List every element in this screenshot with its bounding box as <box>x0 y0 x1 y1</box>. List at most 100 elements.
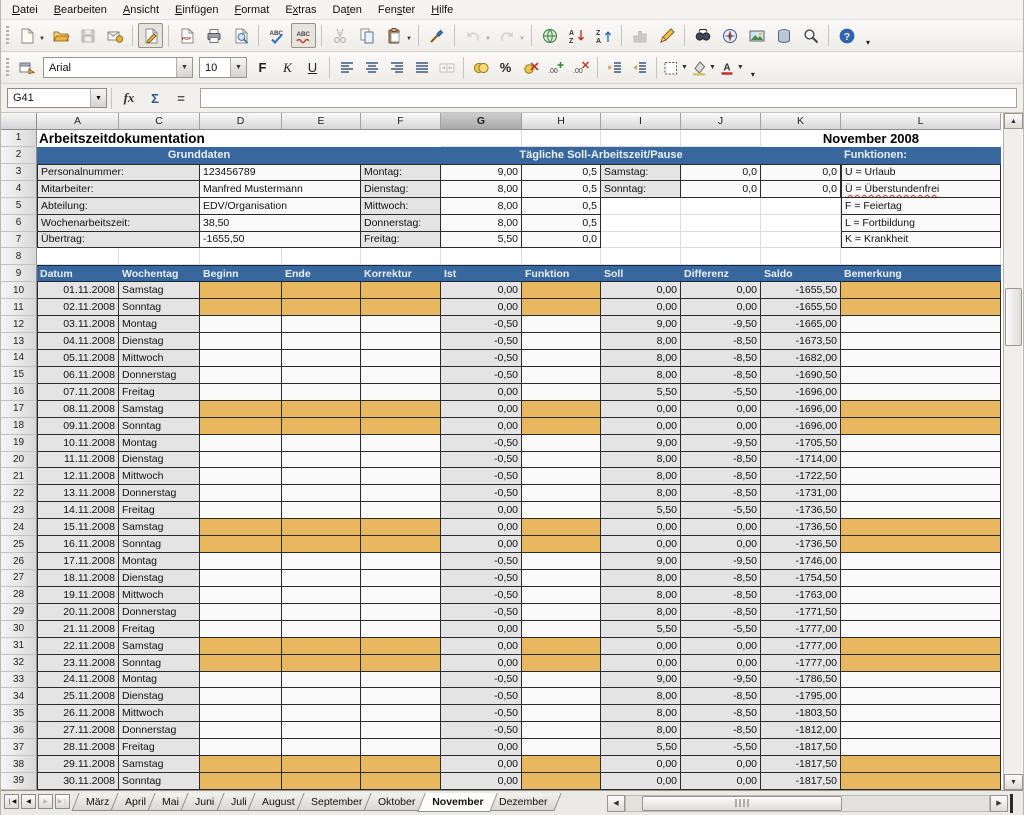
cell-funktion-27[interactable] <box>522 570 601 587</box>
scroll-left-icon[interactable]: ◀ <box>607 795 625 812</box>
cell-differenz-19[interactable]: -9,50 <box>681 435 761 452</box>
currency-format-button[interactable] <box>469 56 492 79</box>
cell-wochentag-16[interactable]: Freitag <box>119 384 200 401</box>
cell-wochentag-21[interactable]: Mittwoch <box>119 468 200 485</box>
cell-ist-11[interactable]: 0,00 <box>441 299 522 316</box>
cell-ist-27[interactable]: -0,50 <box>441 570 522 587</box>
cell-saldo-34[interactable]: -1795,00 <box>761 688 841 705</box>
menu-item-fenster[interactable]: Fenster <box>370 2 423 18</box>
spellcheck-button[interactable]: ABC <box>264 23 289 48</box>
cell-bemerkung-19[interactable] <box>841 435 1001 452</box>
cell-datum-10[interactable]: 01.11.2008 <box>37 282 119 299</box>
chevron-down-icon[interactable]: ▼ <box>709 64 716 71</box>
last-sheet-button[interactable]: ▶❘ <box>55 794 70 809</box>
cell-saldo-27[interactable]: -1754,50 <box>761 570 841 587</box>
cell[interactable] <box>37 248 119 265</box>
cell-saldo-36[interactable]: -1812,00 <box>761 722 841 739</box>
cell-ist-36[interactable]: -0,50 <box>441 722 522 739</box>
vertical-scrollbar[interactable]: ▲ ▼ <box>1003 113 1022 790</box>
cell-beginn-37[interactable] <box>200 739 282 756</box>
cell-ist-31[interactable]: 0,00 <box>441 638 522 655</box>
cell-beginn-12[interactable] <box>200 316 282 333</box>
cell[interactable] <box>522 130 601 147</box>
cell[interactable] <box>601 232 681 249</box>
clone-formatting-button[interactable] <box>424 23 449 48</box>
cell-ist-39[interactable]: 0,00 <box>441 773 522 790</box>
cell-soll-27[interactable]: 8,00 <box>601 570 681 587</box>
menu-item-datei[interactable]: Datei <box>4 2 46 18</box>
cell-soll-21[interactable]: 8,00 <box>601 468 681 485</box>
font-color-button[interactable]: A▼ <box>718 59 744 77</box>
cell-beginn-28[interactable] <box>200 587 282 604</box>
previous-sheet-button[interactable]: ◀ <box>21 794 36 809</box>
cell-ist-21[interactable]: -0,50 <box>441 468 522 485</box>
cell-korrektur-28[interactable] <box>361 587 441 604</box>
cell-ist-28[interactable]: -0,50 <box>441 587 522 604</box>
cell-funktion-17[interactable] <box>522 401 601 418</box>
cell-datum-24[interactable]: 15.11.2008 <box>37 519 119 536</box>
column-header-C[interactable]: C <box>119 113 200 130</box>
row-header-25[interactable]: 25 <box>1 536 37 553</box>
cell-soll-29[interactable]: 8,00 <box>601 604 681 621</box>
cell-korrektur-31[interactable] <box>361 638 441 655</box>
cut-button[interactable] <box>327 23 352 48</box>
cell-ist-17[interactable]: 0,00 <box>441 401 522 418</box>
cell-beginn-27[interactable] <box>200 570 282 587</box>
font-size-combobox[interactable]: 10 ▼ <box>199 57 247 78</box>
cell-korrektur-34[interactable] <box>361 688 441 705</box>
cell-beginn-15[interactable] <box>200 367 282 384</box>
cell-ist-15[interactable]: -0,50 <box>441 367 522 384</box>
cell-saldo-22[interactable]: -1731,00 <box>761 485 841 502</box>
cell-soll-10[interactable]: 0,00 <box>601 282 681 299</box>
cell-funktion-24[interactable] <box>522 519 601 536</box>
cell-beginn-36[interactable] <box>200 722 282 739</box>
cell[interactable] <box>601 248 681 265</box>
sort-descending-button[interactable]: ZA <box>591 23 616 48</box>
cell-differenz-23[interactable]: -5,50 <box>681 502 761 519</box>
cell[interactable] <box>601 130 681 147</box>
cell-saldo-17[interactable]: -1696,00 <box>761 401 841 418</box>
copy-button[interactable] <box>354 23 379 48</box>
print-button[interactable] <box>201 23 226 48</box>
cell-datum-37[interactable]: 28.11.2008 <box>37 739 119 756</box>
undo-button[interactable]: ▼ <box>460 23 485 48</box>
cell-korrektur-19[interactable] <box>361 435 441 452</box>
cell-bemerkung-38[interactable] <box>841 756 1001 773</box>
cell-ende-20[interactable] <box>282 452 361 469</box>
cell-beginn-14[interactable] <box>200 350 282 367</box>
row-header-18[interactable]: 18 <box>1 418 37 435</box>
cell-bemerkung-39[interactable] <box>841 773 1001 790</box>
cell-saldo-20[interactable]: -1714,00 <box>761 452 841 469</box>
cell-beginn-30[interactable] <box>200 621 282 638</box>
standard-format-button[interactable] <box>519 56 542 79</box>
cell-bemerkung-15[interactable] <box>841 367 1001 384</box>
cell-datum-34[interactable]: 25.11.2008 <box>37 688 119 705</box>
cell-soll-20[interactable]: 8,00 <box>601 452 681 469</box>
cell-wochentag-14[interactable]: Mittwoch <box>119 350 200 367</box>
cell-beginn-11[interactable] <box>200 299 282 316</box>
table-header-datum[interactable]: Datum <box>37 265 119 282</box>
cell[interactable] <box>761 232 841 249</box>
soll-arbeitszeit-header[interactable]: Tägliche Soll-Arbeitszeit/Pause <box>361 147 841 164</box>
grunddaten-value[interactable]: 123456789 <box>200 164 361 181</box>
cell-differenz-24[interactable]: 0,00 <box>681 519 761 536</box>
cell-soll-35[interactable]: 8,00 <box>601 705 681 722</box>
cell-soll-28[interactable]: 8,00 <box>601 587 681 604</box>
cell-datum-30[interactable]: 21.11.2008 <box>37 621 119 638</box>
row-header-30[interactable]: 30 <box>1 621 37 638</box>
cell-ist-22[interactable]: -0,50 <box>441 485 522 502</box>
cell-ist-24[interactable]: 0,00 <box>441 519 522 536</box>
cell-funktion-29[interactable] <box>522 604 601 621</box>
cell-datum-38[interactable]: 29.11.2008 <box>37 756 119 773</box>
export-as-pdf-button[interactable]: PDF <box>174 23 199 48</box>
cell-funktion-10[interactable] <box>522 282 601 299</box>
column-header-D[interactable]: D <box>200 113 282 130</box>
cell-funktion-26[interactable] <box>522 553 601 570</box>
table-header-soll[interactable]: Soll <box>601 265 681 282</box>
cell-differenz-16[interactable]: -5,50 <box>681 384 761 401</box>
function-button[interactable]: = <box>169 87 193 109</box>
cell-soll-19[interactable]: 9,00 <box>601 435 681 452</box>
cell-bemerkung-11[interactable] <box>841 299 1001 316</box>
column-header-E[interactable]: E <box>282 113 361 130</box>
cell-ende-25[interactable] <box>282 536 361 553</box>
